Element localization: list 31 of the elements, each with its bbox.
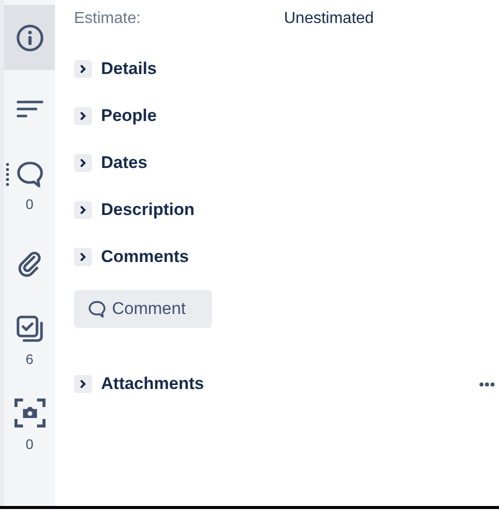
section-heading[interactable]: Dates [101,153,148,173]
chevron-icon[interactable] [74,154,92,172]
section-heading[interactable]: Attachments [101,374,204,394]
more-icon[interactable] [479,382,495,386]
chevron-icon[interactable] [74,60,92,78]
comment-icon [16,160,44,188]
info-icon [16,24,44,52]
sort-icon [16,98,44,118]
comment-icon [88,300,106,318]
sidebar-tab[interactable] [4,5,55,70]
checklist-icon [16,315,44,343]
comment-button[interactable]: Comment [74,290,212,328]
sidebar-tab[interactable]: 0 [4,147,55,225]
section-heading[interactable]: Description [101,200,195,220]
field-value: Unestimated [284,10,374,28]
paperclip-icon [16,250,42,276]
section-heading[interactable]: Details [101,59,157,79]
count-label: 0 [26,196,34,212]
section-heading[interactable]: Comments [101,247,189,267]
chevron-icon[interactable] [74,375,92,393]
count-label: 0 [26,436,34,452]
sidebar-tab[interactable]: 0 [4,386,55,464]
count-label: 6 [26,351,34,367]
section-heading[interactable]: People [101,106,157,126]
chevron-icon[interactable] [74,201,92,219]
chevron-icon[interactable] [74,248,92,266]
drag-handle-icon[interactable] [6,163,9,186]
chevron-icon[interactable] [74,107,92,125]
field-label: Estimate: [74,10,142,28]
sidebar-tab[interactable]: 6 [4,302,55,380]
camera-icon [14,398,46,428]
